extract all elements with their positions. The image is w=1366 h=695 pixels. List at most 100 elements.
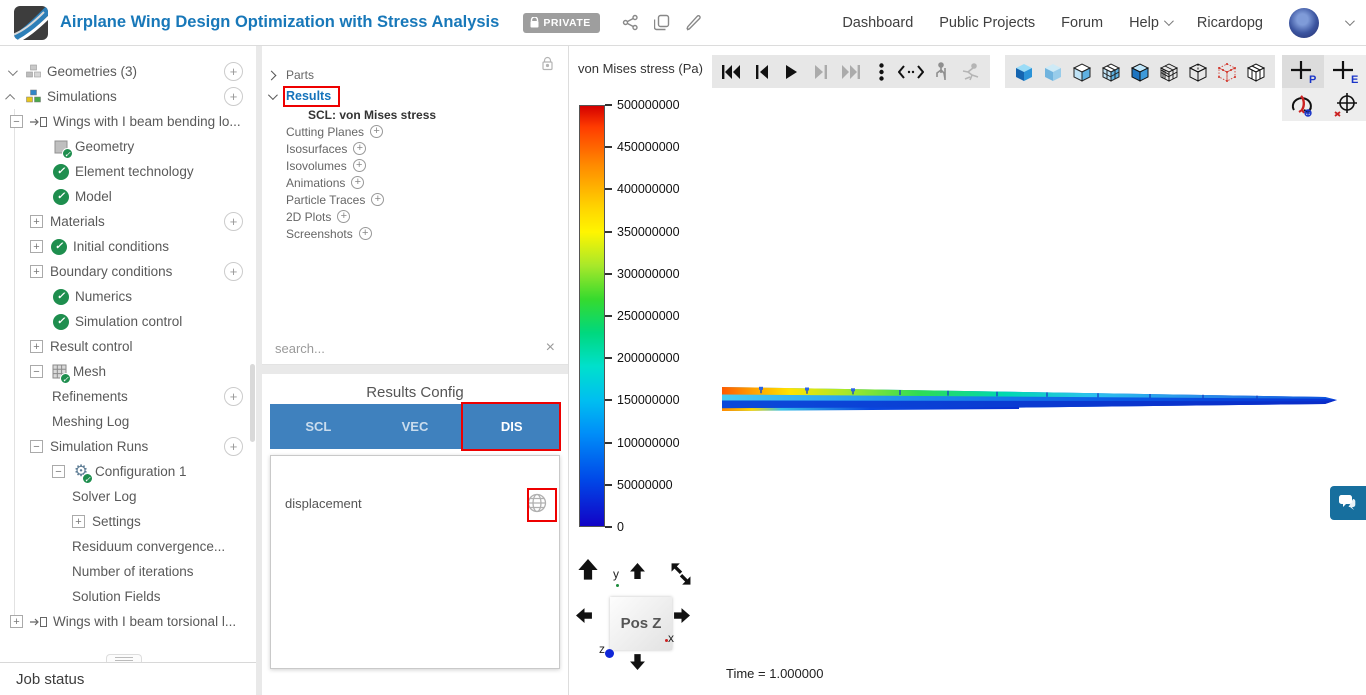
expand-box-icon[interactable]: + (30, 215, 43, 228)
results-tree-item[interactable]: Cutting Planes + (262, 123, 568, 140)
nav-public-projects[interactable]: Public Projects (939, 15, 1035, 31)
add-button[interactable]: + (224, 387, 243, 406)
skip-to-start-button[interactable] (718, 59, 744, 85)
tree-item[interactable]: − + ✓ ✓ (0, 134, 253, 159)
results-tree-item[interactable]: Particle Traces + (262, 191, 568, 208)
tree-item[interactable]: − + ✓ ✓ (0, 234, 253, 259)
results-tree-item[interactable]: Isosurfaces + (262, 140, 568, 157)
add-button[interactable]: + (224, 212, 243, 231)
collapse-box-icon[interactable]: − (10, 115, 23, 128)
tab-dis[interactable]: DIS (463, 404, 560, 449)
tree-item[interactable]: − + ✓ ✓ (0, 384, 253, 409)
search-bar[interactable]: search... × (262, 332, 568, 365)
chevron-up-icon[interactable] (5, 89, 16, 104)
viewport-3d[interactable]: von Mises stress (Pa) P E 500000000 4500… (569, 46, 1366, 695)
tree-item[interactable]: − + ✓ ✓ (0, 159, 253, 184)
add-circle-icon[interactable]: + (371, 193, 385, 206)
results-tree-item[interactable]: SCL: von Mises stress + (262, 106, 568, 123)
left-scrollbar-thumb[interactable] (250, 364, 255, 442)
copy-icon[interactable] (653, 14, 670, 31)
add-button[interactable]: + (224, 437, 243, 456)
account-chevron-down-icon[interactable] (1344, 16, 1355, 27)
tree-item[interactable]: − + ✓ ✓ (0, 309, 253, 334)
tree-item[interactable]: − + ✓ ✓ (0, 184, 253, 209)
tab-vec[interactable]: VEC (367, 404, 464, 449)
tree-item[interactable]: − + ✓ ✓ (0, 284, 253, 309)
chevron-down-icon[interactable] (267, 89, 286, 103)
translucent-cube-icon[interactable] (1040, 59, 1066, 85)
collapse-box-icon[interactable]: − (30, 365, 43, 378)
tree-item[interactable]: − + ✓ ✓ (0, 609, 253, 634)
run-mode-icon[interactable] (958, 59, 984, 85)
add-button[interactable]: + (224, 87, 243, 106)
nav-username[interactable]: Ricardopg (1197, 15, 1263, 31)
walk-mode-icon[interactable] (928, 59, 954, 85)
tree-item[interactable]: − + ✓ ✓ (0, 509, 253, 534)
tree-item[interactable]: − + ✓ ✓ (0, 359, 253, 384)
user-avatar[interactable] (1289, 7, 1319, 38)
edit-pencil-icon[interactable] (685, 14, 701, 31)
pick-element-button[interactable]: E (1324, 55, 1366, 88)
tree-item[interactable]: − + ✓ ✓ (0, 534, 253, 559)
previous-frame-button[interactable] (748, 59, 774, 85)
surfaces-mesh-cube-icon[interactable] (1098, 59, 1124, 85)
add-circle-icon[interactable]: + (358, 227, 372, 240)
add-button[interactable]: + (224, 262, 243, 281)
tree-item[interactable]: − + ✓ ✓ (0, 109, 253, 134)
tree-item[interactable]: − + ✓ ✓ (0, 434, 253, 459)
play-button[interactable] (778, 59, 804, 85)
chevron-down-icon[interactable] (7, 64, 18, 79)
chevron-right-icon[interactable] (266, 68, 286, 82)
solid-outline-cube-icon[interactable] (1127, 59, 1153, 85)
share-icon[interactable] (622, 14, 639, 31)
more-options-icon[interactable] (868, 59, 894, 85)
center-of-rotation-button[interactable] (1324, 88, 1366, 121)
tab-scl[interactable]: SCL (270, 404, 367, 449)
tree-item[interactable]: − + ✓ ✓ (0, 559, 253, 584)
expand-box-icon[interactable]: + (30, 265, 43, 278)
skip-to-end-button[interactable] (838, 59, 864, 85)
tree-item[interactable]: − + ✓ ✓ (0, 584, 253, 609)
results-tree-item[interactable]: Isovolumes + (262, 157, 568, 174)
clear-search-icon[interactable]: × (546, 339, 555, 357)
tree-item[interactable]: − + ✓ ✓ (0, 334, 253, 359)
solid-shaded-cube-icon[interactable] (1011, 59, 1037, 85)
expand-box-icon[interactable]: + (30, 340, 43, 353)
results-tree-item[interactable]: Parts + (262, 64, 568, 85)
expand-box-icon[interactable]: + (72, 515, 85, 528)
tree-item[interactable]: − + ✓ ✓ (0, 59, 253, 84)
tree-item[interactable]: − + ✓ ✓ (0, 259, 253, 284)
chat-support-button[interactable] (1330, 486, 1366, 520)
pan-down-arrow-icon[interactable] (629, 653, 646, 670)
expand-box-icon[interactable]: + (10, 615, 23, 628)
fit-view-arrow-icon[interactable] (577, 559, 599, 581)
add-circle-icon[interactable]: + (337, 210, 351, 223)
diagonal-zoom-arrow-icon[interactable] (669, 561, 693, 587)
add-circle-icon[interactable]: + (353, 142, 367, 155)
points-cube-icon[interactable] (1214, 59, 1240, 85)
tree-item[interactable]: − + ✓ ✓ (0, 484, 253, 509)
rotate-view-button[interactable] (1282, 88, 1324, 121)
tree-item[interactable]: − + ✓ ✓ (0, 209, 253, 234)
pan-left-arrow-icon[interactable] (576, 607, 593, 624)
globe-icon[interactable] (526, 492, 548, 514)
panel-resize-handle[interactable] (106, 654, 142, 662)
wireframe-cube-icon[interactable] (1185, 59, 1211, 85)
collapse-box-icon[interactable]: − (52, 465, 65, 478)
tree-item[interactable]: − + ✓ ✓ (0, 409, 253, 434)
next-frame-button[interactable] (808, 59, 834, 85)
results-tree-item[interactable]: Results + (262, 85, 568, 106)
app-logo-icon[interactable] (14, 5, 48, 40)
nav-cube[interactable]: Pos Z (610, 597, 672, 650)
collapse-box-icon[interactable]: − (30, 440, 43, 453)
expand-range-icon[interactable] (898, 59, 924, 85)
add-circle-icon[interactable]: + (352, 159, 366, 172)
hidden-line-cube-icon[interactable] (1243, 59, 1269, 85)
results-tree-item[interactable]: 2D Plots + (262, 208, 568, 225)
pick-point-button[interactable]: P (1282, 55, 1324, 88)
nav-forum[interactable]: Forum (1061, 15, 1103, 31)
wing-model[interactable] (719, 380, 1341, 416)
surfaces-with-edges-cube-icon[interactable] (1069, 59, 1095, 85)
nav-help[interactable]: Help (1129, 15, 1174, 31)
lock-icon[interactable] (541, 56, 554, 71)
